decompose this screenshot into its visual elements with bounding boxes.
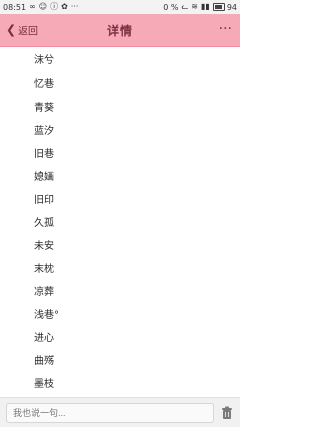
comment-bar	[0, 397, 240, 427]
status-left: 08:51 ∞ ☺ ⓘ ✿ ···	[3, 3, 78, 12]
info-icon: ⓘ	[50, 2, 59, 11]
list-item: 蓝汐	[34, 126, 54, 137]
list-item: 旧印	[34, 195, 54, 206]
infinity-icon: ∞	[29, 2, 36, 11]
back-button[interactable]: ❮ 返回	[6, 23, 38, 38]
more-icon: ···	[70, 2, 79, 11]
wifi-icon: ≋	[191, 2, 198, 11]
chevron-left-icon: ❮	[6, 22, 17, 36]
list-item: 媳婳	[34, 172, 54, 183]
battery-icon	[212, 3, 225, 11]
list-item: 旧巷	[34, 149, 54, 160]
content-area: 沫兮忆巷青葵蓝汐旧巷媳婳旧印久孤未安末枕凉葬浅巷° 进心曲殇゙墨枝	[0, 47, 240, 397]
signal-icon: ▮▮	[201, 2, 210, 11]
list-item: 进心	[34, 333, 54, 344]
list-item: 未安	[34, 241, 54, 252]
list-item: 忆巷	[34, 79, 54, 90]
cat-icon: ᓚ	[181, 2, 189, 11]
list-item: 末枕	[34, 264, 54, 275]
list-item: 曲殇゙	[34, 356, 54, 367]
back-label: 返回	[18, 26, 39, 38]
paw-icon: ✿	[61, 2, 68, 11]
battery-fill	[214, 5, 223, 9]
list-item: 青葵	[34, 103, 54, 114]
trash-icon[interactable]	[220, 406, 234, 420]
battery-level: 94	[226, 2, 237, 12]
status-bar: 08:51 ∞ ☺ ⓘ ✿ ··· 0 % ᓚ ≋ ▮▮ 94	[0, 0, 240, 14]
status-time: 08:51	[3, 2, 27, 12]
page-title: 详情	[106, 23, 133, 38]
network-speed: 0 %	[163, 2, 179, 12]
status-right: 0 % ᓚ ≋ ▮▮ 94	[163, 3, 237, 12]
comment-input[interactable]	[6, 402, 214, 423]
list-item: 浅巷°	[34, 310, 59, 321]
list-item: 久孤	[34, 218, 54, 229]
app-header: ❮ 返回 详情 ···	[0, 14, 240, 47]
list-item: 沫兮	[34, 55, 54, 66]
list-item: 墨枝	[34, 379, 54, 390]
smile-icon: ☺	[38, 2, 48, 11]
more-menu-button[interactable]: ···	[219, 21, 232, 37]
battery: 94	[212, 2, 237, 12]
list-item: 凉葬	[34, 287, 54, 298]
